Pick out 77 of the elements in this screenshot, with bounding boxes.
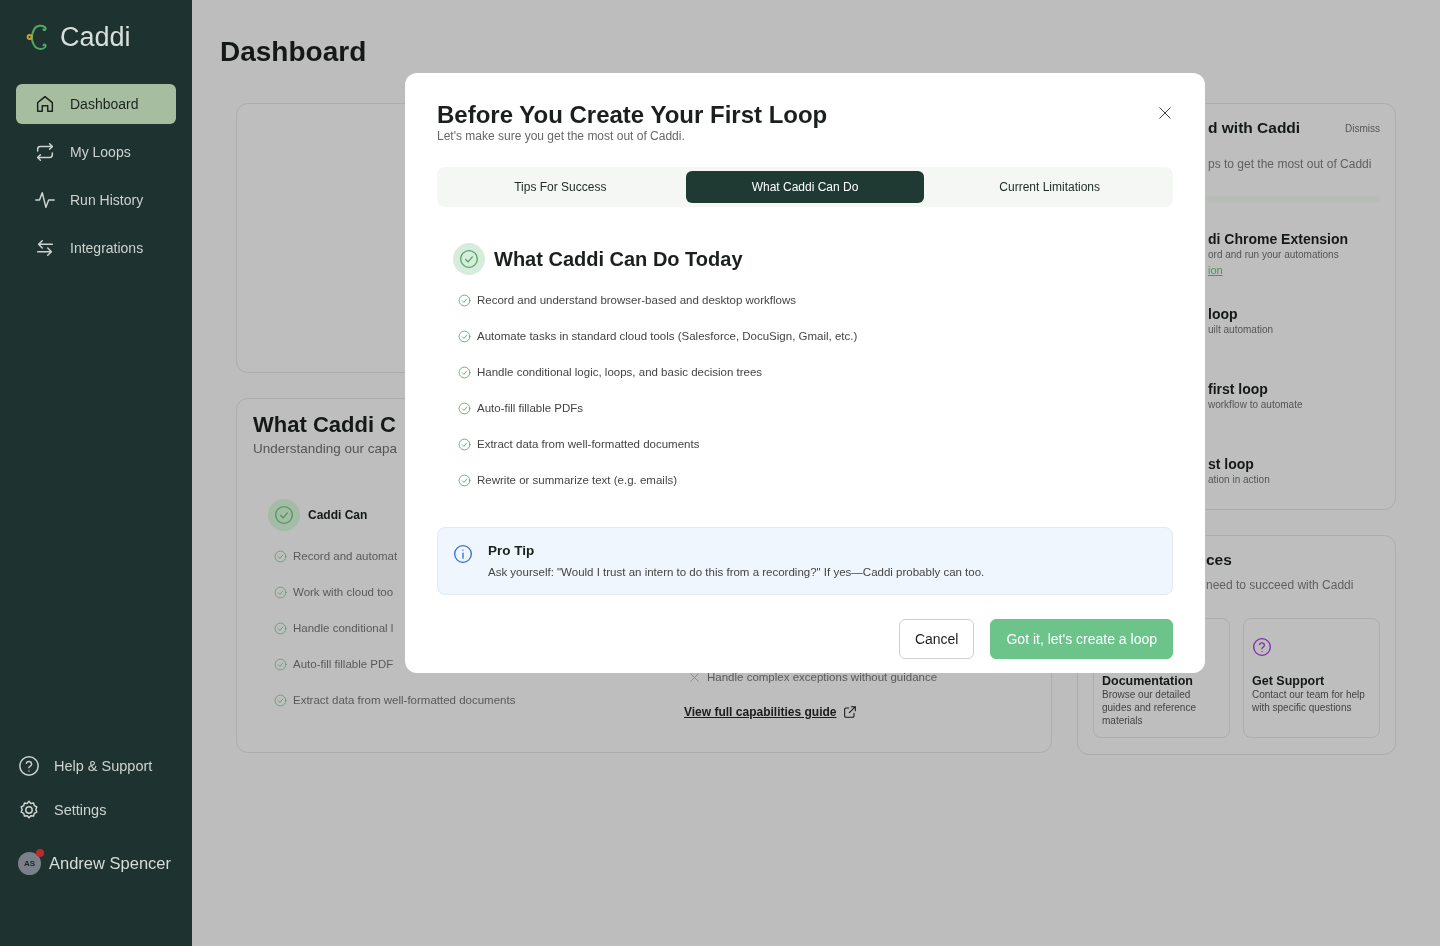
nav-item[interactable]: Run History: [16, 180, 176, 220]
list-item: Rewrite or summarize text (e.g. emails): [477, 474, 678, 486]
home-icon: [34, 93, 56, 115]
resource-title: Documentation: [1102, 674, 1193, 688]
help-icon: [18, 755, 40, 777]
card-title: ces: [1206, 551, 1232, 569]
cross-icon: [688, 670, 701, 684]
guide-link[interactable]: View full capabilities guide: [684, 705, 837, 719]
list-item: Automate tasks in standard cloud tools (Salesforce, DocuSign, Gmail, etc.): [477, 330, 858, 342]
settings-icon: [18, 799, 40, 821]
list-item: Auto-fill fillable PDF: [293, 658, 394, 670]
dismiss-link[interactable]: Dismiss: [1345, 122, 1380, 134]
resource-description: Browse our detailed guides and reference materials: [1102, 688, 1197, 727]
list-item: Auto-fill fillable PDFs: [477, 402, 584, 414]
list-heading: Caddi Can: [308, 508, 368, 522]
tab[interactable]: Tips For Success: [441, 171, 680, 203]
arrows-icon: [34, 237, 56, 259]
step-title: loop: [1208, 305, 1238, 323]
check-icon: [458, 401, 471, 415]
check-icon: [274, 585, 287, 599]
info-icon: [453, 544, 473, 564]
check-icon: [458, 365, 471, 379]
dialog-subtitle: Let's make sure you get the most out of Caddi.: [437, 129, 685, 143]
section-title: What Caddi Can Do Today: [494, 247, 743, 271]
step-title: st loop: [1208, 455, 1254, 473]
list-item: Extract data from well-formatted documents: [293, 694, 516, 706]
resource-card[interactable]: Get Support Contact our team for help with specific questions: [1243, 618, 1380, 738]
nav-item[interactable]: Integrations: [16, 228, 176, 268]
step-description: ation in action: [1208, 473, 1270, 487]
step-description: ord and run your automations: [1208, 248, 1339, 262]
tip-title: Pro Tip: [488, 542, 536, 560]
check-icon: [458, 437, 471, 451]
external-link-icon: [842, 704, 859, 720]
check-icon: [274, 693, 287, 707]
card-subtitle: ps to get the most out of Caddi: [1208, 156, 1372, 173]
avatar[interactable]: AS: [18, 851, 41, 875]
sidebar-link[interactable]: Help & Support: [16, 750, 176, 782]
resource-description: Contact our team for help with specific questions: [1252, 688, 1366, 714]
logo-text: Caddi: [60, 22, 131, 52]
tab[interactable]: What Caddi Can Do: [685, 171, 925, 203]
list-item: Work with cloud too: [293, 586, 394, 598]
list-item: Record and automat: [293, 550, 398, 562]
check-icon: [274, 505, 294, 525]
sidebar-link[interactable]: Settings: [16, 794, 176, 826]
check-icon: [274, 657, 287, 671]
card-title: What Caddi C: [253, 411, 396, 439]
list-item: Extract data from well-formatted documents: [477, 438, 700, 450]
pulse-icon: [34, 189, 56, 211]
user-name: Andrew Spencer: [49, 853, 171, 873]
card-title: d with Caddi: [1208, 119, 1301, 137]
check-icon: [458, 329, 471, 343]
cancel-button[interactable]: Cancel: [898, 619, 975, 659]
check-icon: [274, 621, 287, 635]
step-title: first loop: [1208, 380, 1268, 398]
list-item: Handle complex exceptions without guidance: [707, 671, 938, 683]
check-icon: [458, 473, 471, 487]
list-item: Handle conditional logic, loops, and basic decision trees: [477, 366, 763, 378]
dialog-title: Before You Create Your First Loop: [437, 101, 828, 129]
tab[interactable]: Current Limitations: [930, 171, 1169, 203]
tip-text: Ask yourself: "Would I trust an intern to do this from a recording?" If yes—Caddi probably can too.: [488, 565, 985, 580]
nav-item[interactable]: Dashboard: [16, 84, 176, 124]
close-icon[interactable]: [1158, 106, 1172, 120]
nav-item[interactable]: My Loops: [16, 132, 176, 172]
step-title: di Chrome Extension: [1208, 230, 1349, 248]
page-title: Dashboard: [220, 35, 368, 69]
check-icon: [459, 249, 479, 269]
step-description: workflow to automate: [1208, 398, 1303, 412]
card-subtitle: Understanding our capa: [253, 440, 398, 458]
check-icon: [458, 293, 471, 307]
card-subtitle: need to succeed with Caddi: [1206, 577, 1354, 594]
resource-title: Get Support: [1252, 674, 1325, 688]
list-item: Record and understand browser-based and desktop workflows: [477, 294, 796, 306]
step-description: uilt automation: [1208, 323, 1274, 337]
help-icon: [1252, 637, 1272, 657]
avatar-initials: AS: [23, 858, 36, 868]
repeat-icon: [34, 141, 56, 163]
check-icon: [274, 549, 287, 563]
